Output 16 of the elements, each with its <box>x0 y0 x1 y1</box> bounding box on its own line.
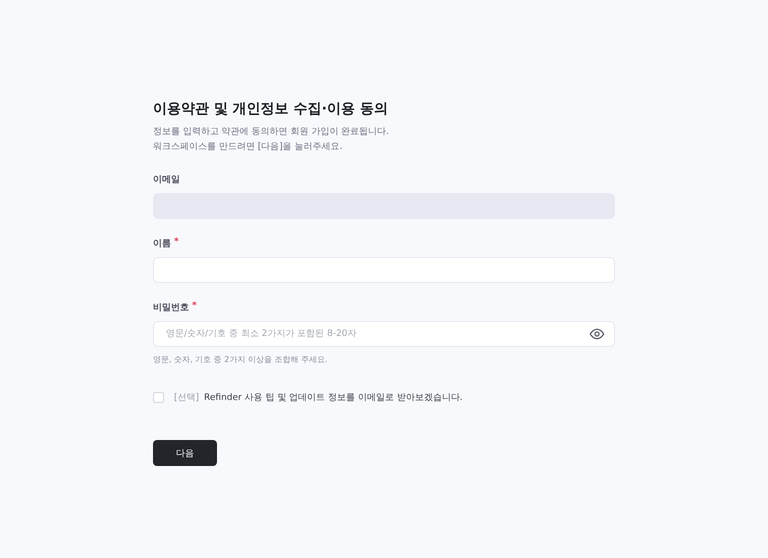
field-label: 이메일 <box>153 174 180 186</box>
consent-label[interactable]: Refinder 사용 팁 및 업데이트 정보를 이메일로 받아보겠습니다. <box>204 391 463 404</box>
checkbox[interactable] <box>153 392 164 403</box>
eye-icon[interactable] <box>589 326 605 342</box>
required-mark: * <box>192 301 197 313</box>
field-label: 비밀번호 <box>153 302 189 314</box>
description-text: 워크스페이스를 만드려면 [다음]을 눌러주세요. <box>153 141 344 154</box>
input-field[interactable] <box>153 257 615 283</box>
field-label: 이름 <box>153 238 171 250</box>
description-text: 정보를 입력하고 약관에 동의하면 회원 가입이 완료됩니다. <box>153 126 390 139</box>
next-button[interactable]: 다음 <box>153 440 217 466</box>
page-title: 이용약관 및 개인정보 수집·이용 동의 <box>153 100 389 118</box>
hint-text: 영문, 숫자, 기호 중 2가지 이상을 조합해 주세요. <box>153 354 329 365</box>
password-field[interactable]: 영문/숫자/기호 중 최소 2가지가 포함된 8-20자 <box>153 321 615 347</box>
optional-tag: [선택] <box>174 391 200 404</box>
required-mark: * <box>174 237 179 249</box>
